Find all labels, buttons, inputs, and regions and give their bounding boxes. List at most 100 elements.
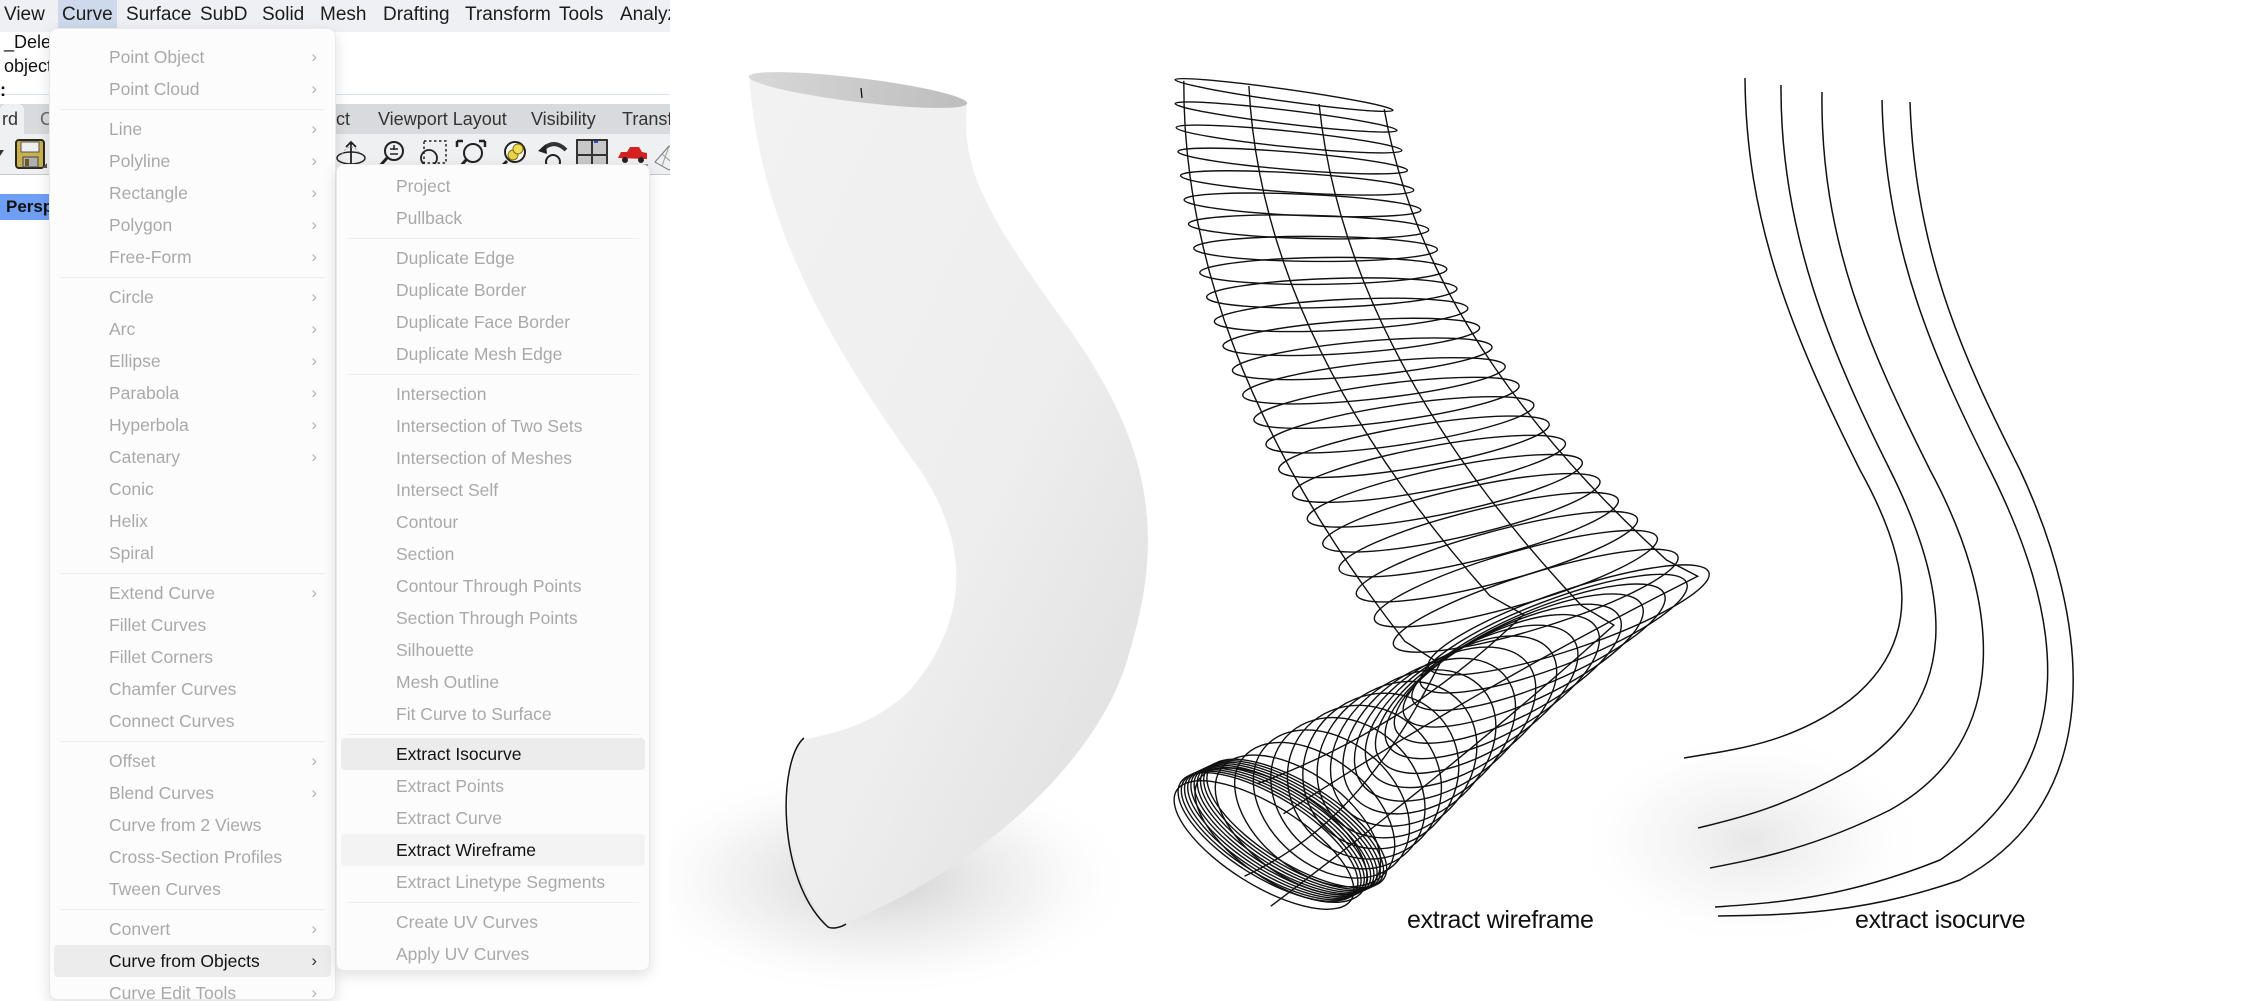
- save-icon[interactable]: [14, 138, 47, 169]
- menu-separator: [347, 374, 639, 375]
- tab-transform[interactable]: Transfo: [622, 104, 670, 134]
- menu-analyze[interactable]: Analyz: [616, 0, 670, 32]
- caption-extract-wireframe: extract wireframe: [1407, 906, 1594, 934]
- submenu-item-duplicate-mesh-edge[interactable]: Duplicate Mesh Edge: [341, 338, 645, 370]
- submenu-item-section[interactable]: Section: [341, 538, 645, 570]
- chevron-right-icon: ›: [311, 247, 317, 266]
- submenu-item-fit-curve-to-surface[interactable]: Fit Curve to Surface: [341, 698, 645, 730]
- mesh-plane-icon[interactable]: [653, 138, 670, 171]
- submenu-item-extract-isocurve[interactable]: Extract Isocurve: [341, 738, 645, 770]
- submenu-item-create-uv-curves[interactable]: Create UV Curves: [341, 906, 645, 938]
- submenu-item-contour-through-points[interactable]: Contour Through Points: [341, 570, 645, 602]
- menu-item-connect-curves[interactable]: Connect Curves: [54, 705, 331, 737]
- menu-item-helix[interactable]: Helix: [54, 505, 331, 537]
- menu-item-label: Section Through Points: [396, 608, 578, 628]
- submenu-item-silhouette[interactable]: Silhouette: [341, 634, 645, 666]
- tube-surface: [749, 75, 1148, 928]
- submenu-item-extract-linetype-segments[interactable]: Extract Linetype Segments: [341, 866, 645, 898]
- menu-item-convert[interactable]: Convert ›: [54, 913, 331, 945]
- menu-item-ellipse[interactable]: Ellipse ›: [54, 345, 331, 377]
- menu-item-label: Mesh Outline: [396, 672, 500, 692]
- wireframe-ring: [1231, 337, 1493, 381]
- menu-item-label: Rectangle: [109, 183, 188, 203]
- menu-item-tween-curves[interactable]: Tween Curves: [54, 873, 331, 905]
- tab-standard[interactable]: rd: [0, 104, 24, 134]
- menu-transform[interactable]: Transform: [461, 0, 555, 32]
- submenu-item-apply-uv-curves[interactable]: Apply UV Curves: [341, 938, 645, 970]
- command-history-line: object: [4, 56, 53, 76]
- menu-item-polyline[interactable]: Polyline ›: [54, 145, 331, 177]
- menu-item-label: Helix: [109, 511, 148, 531]
- menu-item-fillet-corners[interactable]: Fillet Corners: [54, 641, 331, 673]
- menu-item-label: Silhouette: [396, 640, 474, 660]
- menu-item-rectangle[interactable]: Rectangle ›: [54, 177, 331, 209]
- menu-item-spiral[interactable]: Spiral: [54, 537, 331, 569]
- menu-item-cross-section-profiles[interactable]: Cross-Section Profiles: [54, 841, 331, 873]
- menu-item-label: Polygon: [109, 215, 173, 235]
- submenu-item-mesh-outline[interactable]: Mesh Outline: [341, 666, 645, 698]
- wireframe-ring: [1342, 657, 1517, 815]
- menu-item-label: Circle: [109, 287, 154, 307]
- dropdown-arrow-icon[interactable]: [0, 142, 6, 172]
- menu-item-extend-curve[interactable]: Extend Curve ›: [54, 577, 331, 609]
- submenu-item-extract-points[interactable]: Extract Points: [341, 770, 645, 802]
- wireframe-ring: [1322, 472, 1601, 553]
- illustration-area: extract wireframe extract isocurve: [670, 0, 2248, 1001]
- submenu-item-intersection-of-meshes[interactable]: Intersection of Meshes: [341, 442, 645, 474]
- menu-tools[interactable]: Tools: [555, 0, 607, 32]
- submenu-item-pullback[interactable]: Pullback: [341, 202, 645, 234]
- menu-item-label: Arc: [109, 319, 136, 339]
- submenu-item-intersect-self[interactable]: Intersect Self: [341, 474, 645, 506]
- menu-item-label: Extract Isocurve: [396, 744, 522, 764]
- menu-drafting[interactable]: Drafting: [379, 0, 454, 32]
- menu-item-label: Contour Through Points: [396, 576, 582, 596]
- menu-item-chamfer-curves[interactable]: Chamfer Curves: [54, 673, 331, 705]
- menu-item-circle[interactable]: Circle ›: [54, 281, 331, 313]
- menu-separator: [60, 277, 325, 278]
- menu-view[interactable]: View: [0, 0, 49, 32]
- submenu-item-duplicate-border[interactable]: Duplicate Border: [341, 274, 645, 306]
- menu-item-curve-from-2-views[interactable]: Curve from 2 Views: [54, 809, 331, 841]
- submenu-item-intersection-of-two-sets[interactable]: Intersection of Two Sets: [341, 410, 645, 442]
- wireframe-ring: [1205, 277, 1458, 309]
- chevron-right-icon: ›: [311, 47, 317, 66]
- menu-item-conic[interactable]: Conic: [54, 473, 331, 505]
- menu-item-label: Free-Form: [109, 247, 192, 267]
- submenu-item-project[interactable]: Project: [341, 170, 645, 202]
- menu-item-label: Polyline: [109, 151, 171, 171]
- menu-item-label: Point Object: [109, 47, 205, 67]
- tab-set-view[interactable]: ct: [336, 104, 350, 134]
- menu-item-curve-from-objects[interactable]: Curve from Objects ›: [54, 945, 331, 977]
- menu-item-line[interactable]: Line ›: [54, 113, 331, 145]
- menu-separator: [347, 238, 639, 239]
- tab-viewport-layout[interactable]: Viewport Layout: [378, 104, 507, 134]
- submenu-item-intersection[interactable]: Intersection: [341, 378, 645, 410]
- menu-item-fillet-curves[interactable]: Fillet Curves: [54, 609, 331, 641]
- menu-item-arc[interactable]: Arc ›: [54, 313, 331, 345]
- menu-item-free-form[interactable]: Free-Form ›: [54, 241, 331, 273]
- submenu-item-duplicate-edge[interactable]: Duplicate Edge: [341, 242, 645, 274]
- menu-item-blend-curves[interactable]: Blend Curves ›: [54, 777, 331, 809]
- chevron-right-icon: ›: [311, 415, 317, 434]
- menu-item-label: Line: [109, 119, 143, 139]
- submenu-item-extract-curve[interactable]: Extract Curve: [341, 802, 645, 834]
- menu-item-point-object[interactable]: Point Object ›: [54, 41, 331, 73]
- menu-item-curve-edit-tools[interactable]: Curve Edit Tools ›: [54, 977, 331, 1001]
- submenu-item-section-through-points[interactable]: Section Through Points: [341, 602, 645, 634]
- tab-visibility[interactable]: Visibility: [531, 104, 596, 134]
- menu-item-point-cloud[interactable]: Point Cloud ›: [54, 73, 331, 105]
- command-prompt[interactable]: :: [0, 80, 6, 101]
- menu-item-hyperbola[interactable]: Hyperbola ›: [54, 409, 331, 441]
- wireframe-ring: [1179, 170, 1415, 196]
- menu-item-offset[interactable]: Offset ›: [54, 745, 331, 777]
- rhino-app-window: View Curve Surface SubD Solid Mesh Draft…: [0, 0, 670, 1001]
- menu-item-label: Conic: [109, 479, 154, 499]
- menu-item-label: Project: [396, 176, 451, 196]
- submenu-item-extract-wireframe[interactable]: Extract Wireframe: [341, 834, 645, 866]
- menu-item-catenary[interactable]: Catenary ›: [54, 441, 331, 473]
- menu-item-polygon[interactable]: Polygon ›: [54, 209, 331, 241]
- menu-item-parabola[interactable]: Parabola ›: [54, 377, 331, 409]
- submenu-item-contour[interactable]: Contour: [341, 506, 645, 538]
- submenu-item-duplicate-face-border[interactable]: Duplicate Face Border: [341, 306, 645, 338]
- menu-separator: [60, 741, 325, 742]
